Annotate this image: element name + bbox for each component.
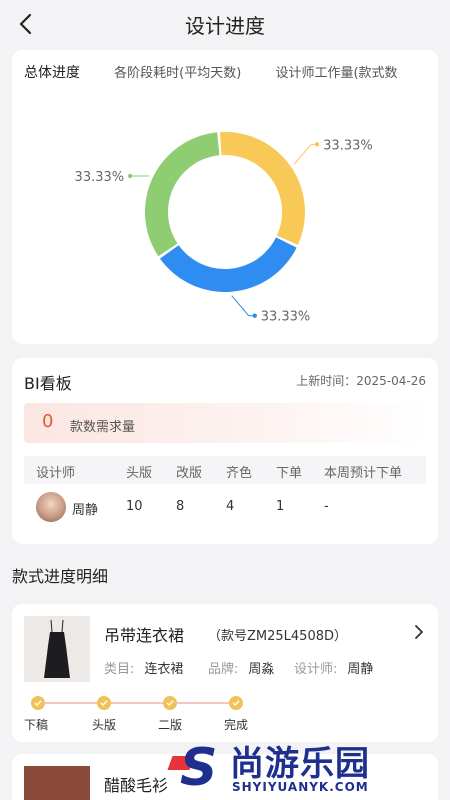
dress-image-icon xyxy=(24,616,90,682)
update-time-value: 2025-04-26 xyxy=(356,374,426,388)
slice-label: 33.33% xyxy=(323,138,373,153)
brand-label: 品牌: xyxy=(208,662,239,677)
cell-revision: 8 xyxy=(176,499,185,514)
meta-designer: 设计师: 周静 xyxy=(294,658,373,677)
category-value: 连衣裙 xyxy=(144,662,184,677)
cell-first-sample: 10 xyxy=(126,499,143,514)
step-label: 完成 xyxy=(224,718,249,732)
label-dot xyxy=(127,173,133,179)
watermark-url: SHYIYUANYK.COM xyxy=(232,780,369,794)
column-header: 头版 xyxy=(126,466,153,481)
column-header: 改版 xyxy=(176,466,203,481)
cell-order: 1 xyxy=(276,499,285,514)
style-code: （款号ZM25L4508D） xyxy=(208,629,348,644)
label-leader-line xyxy=(293,143,318,165)
check-icon xyxy=(229,696,243,710)
demand-count: 0 xyxy=(42,411,54,432)
slice-label: 33.33% xyxy=(261,310,311,325)
donut-slice[interactable] xyxy=(220,132,305,246)
designer-label: 设计师: xyxy=(294,662,338,677)
style-name: 醋酸毛衫 xyxy=(104,776,169,795)
section-title: 款式进度明细 xyxy=(12,567,109,586)
check-icon xyxy=(97,696,111,710)
check-icon xyxy=(31,696,45,710)
style-card[interactable]: 吊带连衣裙 （款号ZM25L4508D） 类目: 连衣裙 品牌: 周淼 设计师: 周静… xyxy=(12,604,438,742)
brand-value: 周淼 xyxy=(248,662,275,677)
donut-chart: 33.33% 33.33% 33.33% xyxy=(75,132,373,325)
column-header: 设计师 xyxy=(36,466,76,481)
progress-steps: 下稿 头版 二版 完成 xyxy=(24,696,284,736)
update-time: 上新时间：2025-04-26 xyxy=(296,372,426,389)
page-title: 设计进度 xyxy=(185,14,265,38)
table-header: 设计师 头版 改版 齐色 下单 本周预计下单 xyxy=(24,456,426,484)
donut-slice[interactable] xyxy=(145,132,220,257)
slice-label: 33.33% xyxy=(75,170,125,185)
demand-label: 款数需求量 xyxy=(70,420,136,435)
bi-dashboard-card: BI看板 上新时间：2025-04-26 0 款数需求量 设计师 头版 改版 齐… xyxy=(12,358,438,544)
meta-category: 类目: 连衣裙 xyxy=(104,658,183,677)
step-connector xyxy=(177,702,229,704)
bi-title: BI看板 xyxy=(24,374,72,393)
label-leader-line xyxy=(231,295,255,317)
watermark-logo: S 尚游乐园 SHYIYUANYK.COM xyxy=(167,732,450,800)
table-row[interactable]: 周静 10 8 4 1 - xyxy=(24,490,426,526)
donut-slice[interactable] xyxy=(159,237,297,292)
step-label: 头版 xyxy=(92,718,117,732)
watermark-s-icon: S xyxy=(180,738,218,798)
column-header: 本周预计下单 xyxy=(324,466,403,481)
meta-brand: 品牌: 周淼 xyxy=(208,658,274,677)
step-label: 下稿 xyxy=(24,718,49,732)
progress-chart-card: 总体进度 各阶段耗时(平均天数) 设计师工作量(款式数 33.33% 33.33%… xyxy=(12,50,438,344)
style-name: 吊带连衣裙 xyxy=(104,626,185,645)
check-icon xyxy=(163,696,177,710)
watermark-brand: 尚游乐园 xyxy=(230,744,370,784)
demand-banner: 0 款数需求量 xyxy=(24,403,426,443)
step-connector xyxy=(111,702,163,704)
category-label: 类目: xyxy=(104,662,135,677)
step-label: 二版 xyxy=(158,718,183,732)
label-dot xyxy=(252,313,257,318)
product-thumbnail xyxy=(24,766,90,800)
chevron-right-icon[interactable] xyxy=(414,624,424,640)
product-thumbnail xyxy=(24,616,90,682)
column-header: 齐色 xyxy=(226,466,253,481)
avatar xyxy=(36,492,66,522)
top-bar: 设计进度 xyxy=(0,0,450,48)
cell-color: 4 xyxy=(226,499,235,514)
update-time-label: 上新时间： xyxy=(296,374,357,388)
designer-name: 周静 xyxy=(72,503,99,518)
column-header: 下单 xyxy=(276,466,303,481)
label-dot xyxy=(314,142,320,147)
designer-value: 周静 xyxy=(347,662,374,677)
step-connector xyxy=(45,702,97,704)
cell-weekly-order: - xyxy=(324,499,329,514)
